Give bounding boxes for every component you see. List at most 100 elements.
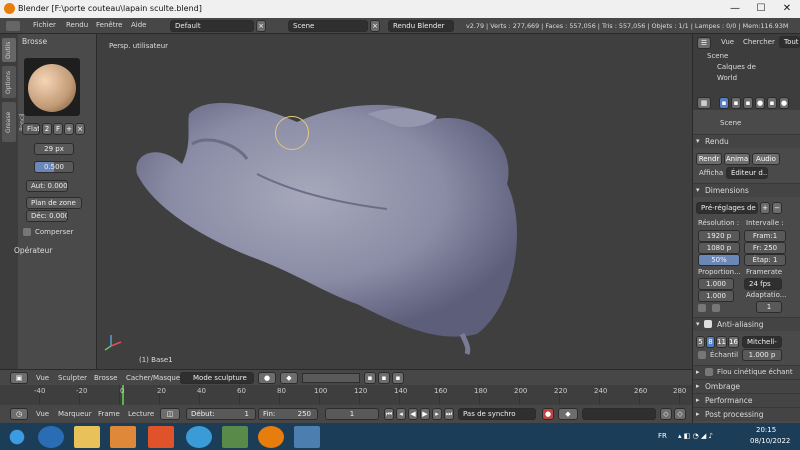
info-editor-icon[interactable] [6, 21, 20, 31]
aspect-y-field[interactable]: 1.000 [698, 290, 734, 302]
scene-tab-icon[interactable]: ▪ [743, 97, 753, 109]
sculpt-mesh[interactable] [97, 34, 692, 369]
snap-icon[interactable]: ▪ [392, 372, 404, 384]
outliner-item-scene[interactable]: Scene [707, 52, 728, 60]
editor-type-icon[interactable]: ▣ [10, 372, 28, 384]
aa-filter-select[interactable]: Mitchell- [742, 336, 782, 348]
window-app-icon[interactable] [294, 426, 320, 448]
resolution-y-field[interactable]: 1080 p [698, 242, 740, 254]
crop-checkbox[interactable] [712, 304, 720, 312]
end-frame-field[interactable]: Fin: 250 [258, 408, 318, 420]
play-reverse-icon[interactable]: ◀ [408, 408, 418, 420]
radius-field[interactable]: 29 px [34, 143, 74, 155]
close-button[interactable]: ✕ [774, 0, 800, 18]
aspect-x-field[interactable]: 1.000 [698, 278, 734, 290]
resolution-percent-slider[interactable]: 50% [698, 254, 740, 266]
menu-marqueur[interactable]: Marqueur [58, 410, 92, 418]
preview-range-icon[interactable]: ◫ [160, 408, 180, 420]
brush-panel-header[interactable]: Brosse [22, 37, 47, 46]
add-preset-icon[interactable]: + [760, 202, 770, 214]
timeline-editor-icon[interactable]: ◷ [10, 408, 28, 420]
render-tab-icon[interactable]: ▪ [719, 97, 729, 109]
outliner-item-layers[interactable]: Calques de [717, 63, 756, 71]
play-icon[interactable]: ▶ [420, 408, 430, 420]
outliner-menu-vue[interactable]: Vue [721, 38, 734, 46]
strength-slider[interactable]: 0.500 [34, 161, 74, 173]
language-indicator[interactable]: FR [658, 432, 667, 440]
menu-lecture[interactable]: Lecture [128, 410, 154, 418]
tab-options[interactable]: Options [2, 66, 16, 98]
sync-select[interactable]: Pas de synchro [458, 408, 536, 420]
maximize-button[interactable]: ☐ [748, 0, 774, 18]
remove-brush-icon[interactable]: × [75, 123, 85, 135]
aa-samples-8[interactable]: 8 [706, 336, 715, 348]
clock-date[interactable]: 08/10/2022 [750, 437, 790, 445]
outliner-menu-chercher[interactable]: Chercher [743, 38, 775, 46]
jump-start-icon[interactable]: ⏮ [384, 408, 394, 420]
performance-section-header[interactable]: Performance [693, 393, 800, 407]
keying-set-field[interactable] [582, 408, 656, 420]
remove-preset-icon[interactable]: − [772, 202, 782, 214]
minimize-button[interactable]: — [722, 0, 748, 18]
edge-icon[interactable] [38, 426, 64, 448]
menu-brosse[interactable]: Brosse [94, 374, 117, 382]
render-engine-select[interactable]: Rendu Blender [388, 20, 454, 32]
jump-end-icon[interactable]: ⏭ [444, 408, 454, 420]
presets-select[interactable]: Pré-réglages de [696, 202, 758, 214]
menu-fenetre[interactable]: Fenêtre [96, 21, 122, 29]
pivot-icon[interactable]: ◆ [280, 372, 298, 384]
app-icon[interactable] [222, 426, 248, 448]
properties-editor-icon[interactable]: ▦ [697, 97, 711, 109]
aa-samples-11[interactable]: 11 [716, 336, 727, 348]
motion-blur-checkbox[interactable] [705, 368, 713, 376]
menu-fichier[interactable]: Fichier [33, 21, 56, 29]
plane-offset-field[interactable]: Déc: 0.000 [26, 210, 68, 222]
modifier-tab-icon[interactable]: ● [779, 97, 789, 109]
object-tab-icon[interactable]: ▪ [767, 97, 777, 109]
tray-icons[interactable]: ▴ ◧ ◔ ◢ ♪ [678, 432, 713, 440]
menu-vue[interactable]: Vue [36, 374, 49, 382]
scene-select[interactable]: Scene [288, 20, 368, 32]
delete-key-icon[interactable]: ◇ [674, 408, 686, 420]
mode-select[interactable]: Mode sculpture [180, 372, 254, 384]
layers-tab-icon[interactable]: ▪ [731, 97, 741, 109]
aa-samples-16[interactable]: 16 [728, 336, 739, 348]
post-processing-section-header[interactable]: Post processing [693, 407, 800, 421]
animation-button[interactable]: Anima [724, 153, 750, 165]
start-frame-field[interactable]: Début: 1 [186, 408, 256, 420]
shading-section-header[interactable]: Ombrage [693, 379, 800, 393]
outliner-display-select[interactable]: Tout [779, 36, 800, 48]
blender-taskbar-icon[interactable] [258, 426, 284, 448]
menu-aide[interactable]: Aide [131, 21, 146, 29]
layers-grid[interactable] [302, 373, 360, 383]
operator-panel-header[interactable]: Opérateur [14, 246, 52, 255]
dimensions-section-header[interactable]: Dimensions [693, 183, 800, 197]
layout-close-icon[interactable]: × [256, 20, 266, 32]
resolution-x-field[interactable]: 1920 p [698, 230, 740, 242]
full-sample-checkbox[interactable] [698, 351, 706, 359]
scene-close-icon[interactable]: × [370, 20, 380, 32]
fake-user-button[interactable]: F [53, 123, 63, 135]
world-tab-icon[interactable]: ● [755, 97, 765, 109]
shading-icon[interactable]: ● [258, 372, 276, 384]
menu-cacher-masquer[interactable]: Cacher/Masquer [126, 374, 183, 382]
time-remap-field[interactable]: 1 [756, 301, 782, 313]
edge-chromium-icon[interactable] [186, 426, 212, 448]
render-section-header[interactable]: Rendu [693, 134, 800, 148]
antialiasing-checkbox[interactable] [704, 320, 712, 328]
tab-outils[interactable]: Outils [2, 38, 16, 62]
menu-rendu[interactable]: Rendu [66, 21, 88, 29]
start-button-icon[interactable] [4, 426, 30, 448]
timeline-area[interactable] [0, 385, 692, 405]
insert-key-icon[interactable]: ◇ [660, 408, 672, 420]
frame-end-field[interactable]: Fr: 250 [744, 242, 786, 254]
current-frame-field[interactable]: 1 [325, 408, 379, 420]
border-checkbox[interactable] [698, 304, 706, 312]
compress-checkbox[interactable] [23, 228, 31, 236]
prev-key-icon[interactable]: ◂ [396, 408, 406, 420]
sculpt-plane-select[interactable]: Plan de zone [26, 197, 82, 209]
brave-icon[interactable] [148, 426, 174, 448]
brush-preview[interactable] [24, 58, 80, 116]
aa-samples-5[interactable]: 5 [696, 336, 705, 348]
tab-grease-pencil[interactable]: Grease Pencil [2, 102, 26, 142]
